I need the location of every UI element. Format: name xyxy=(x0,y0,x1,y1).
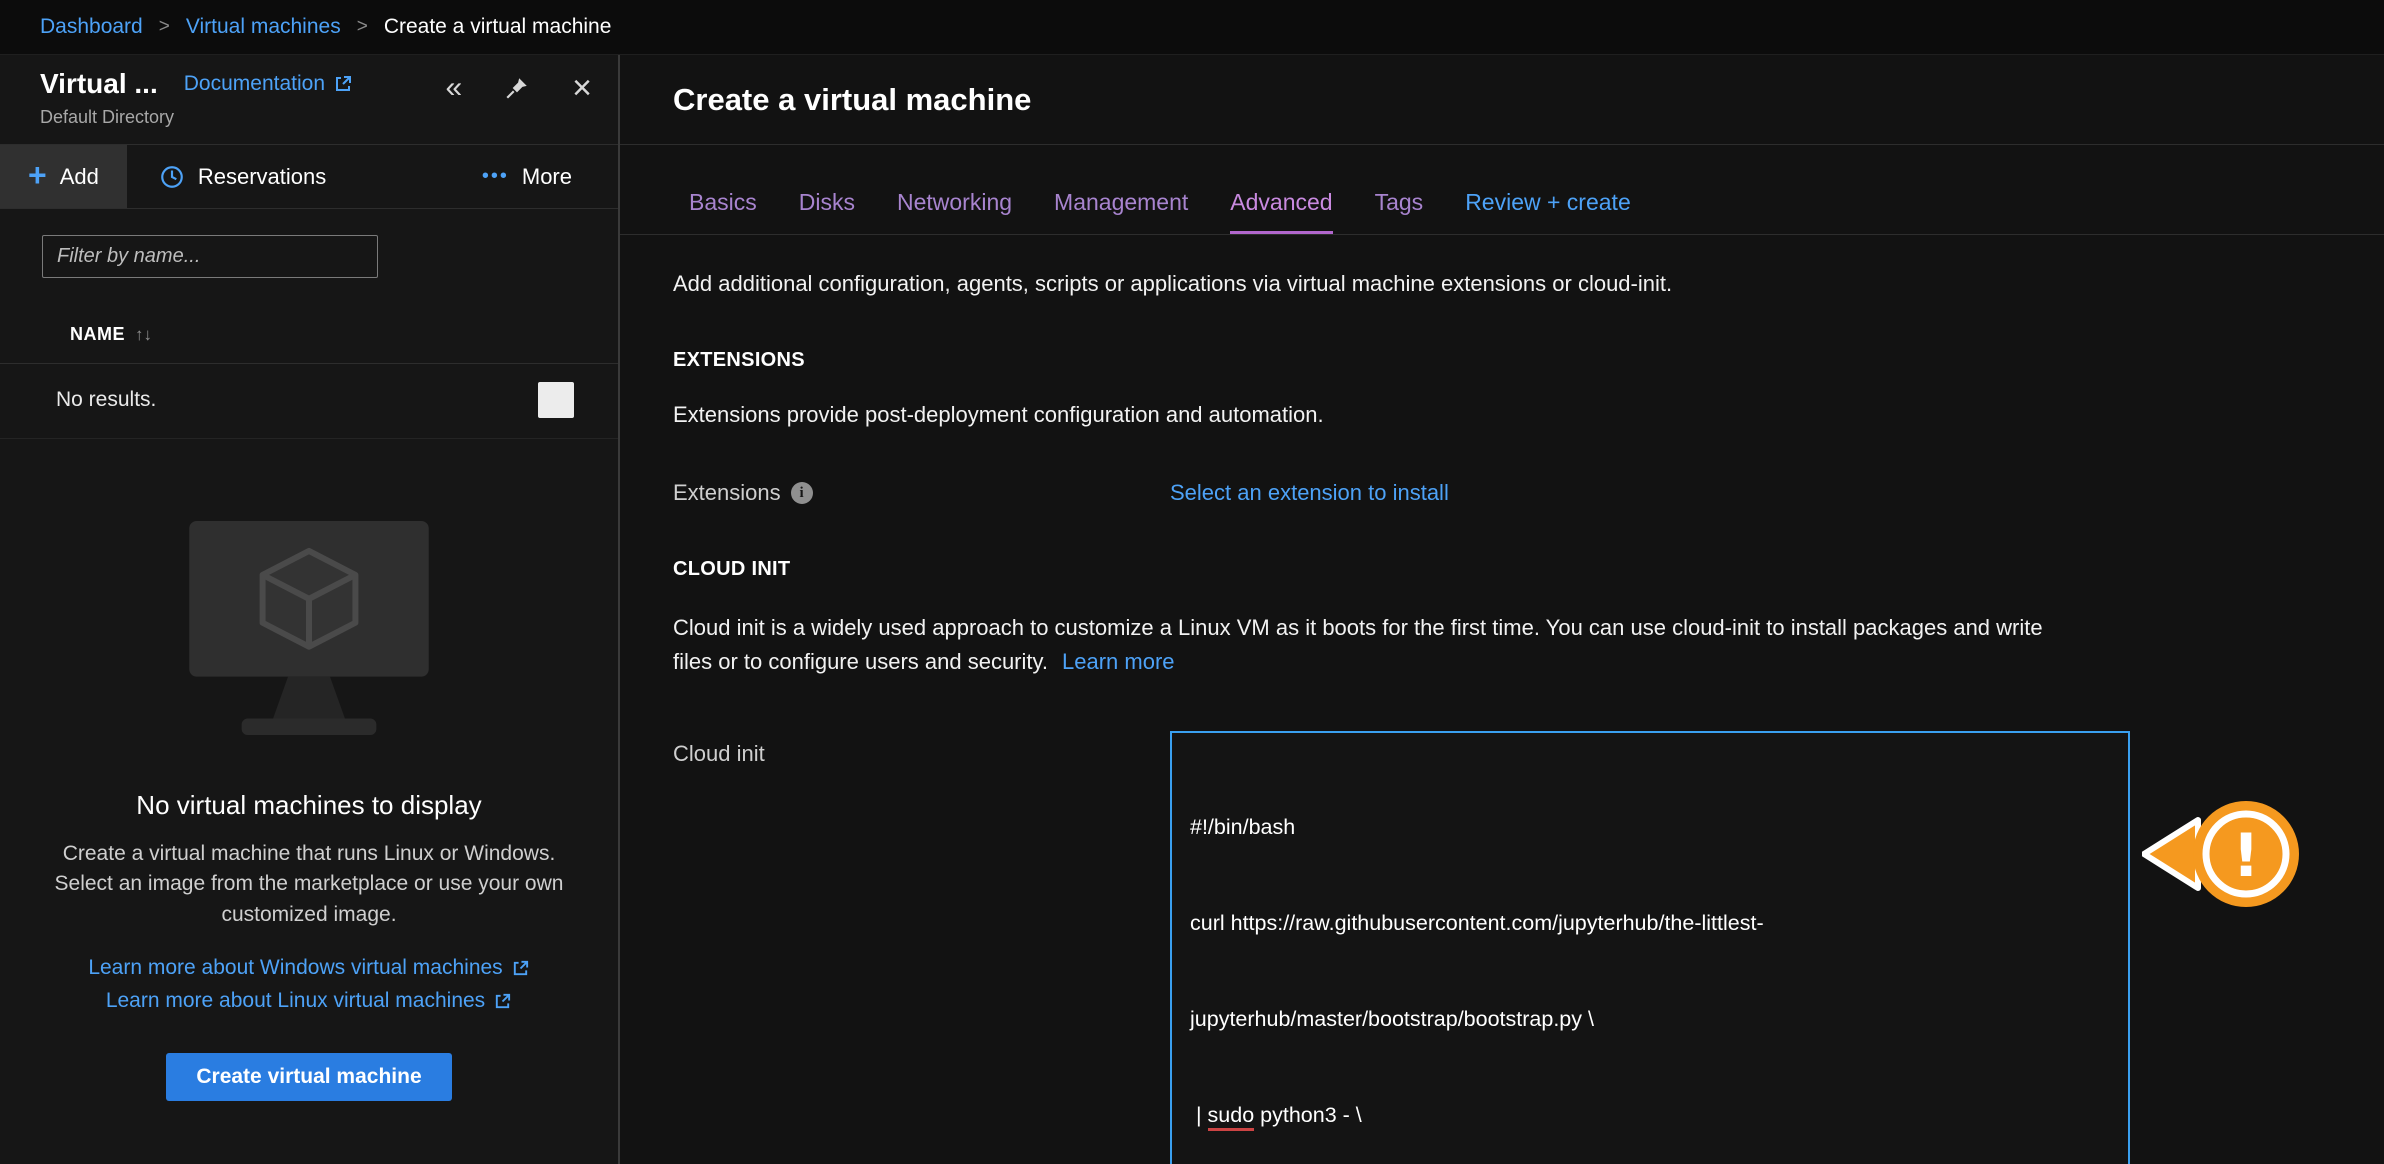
empty-state-description: Create a virtual machine that runs Linux… xyxy=(37,839,582,930)
empty-state-title: No virtual machines to display xyxy=(0,790,618,821)
reservations-button-label: Reservations xyxy=(198,164,326,190)
exclamation-icon: ! xyxy=(2232,821,2259,891)
learn-windows-vm-label: Learn more about Windows virtual machine… xyxy=(88,956,502,980)
no-results-text: No results. xyxy=(56,388,156,412)
page-title: Create a virtual machine xyxy=(673,82,1031,118)
documentation-link-label: Documentation xyxy=(184,72,325,96)
more-button[interactable]: ••• More xyxy=(482,145,618,208)
create-vm-button[interactable]: Create virtual machine xyxy=(166,1053,451,1101)
name-column-header[interactable]: NAME ↑↓ xyxy=(70,324,618,345)
cloud-init-section-title: CLOUD INIT xyxy=(673,558,2384,581)
blade-toolbar: + Add Reservations ••• More xyxy=(0,145,618,209)
select-extension-link[interactable]: Select an extension to install xyxy=(1170,480,1449,506)
cloud-init-textarea[interactable]: #!/bin/bash curl https://raw.githubuserc… xyxy=(1170,731,2130,1164)
collapse-icon: « xyxy=(445,71,462,105)
extensions-field-label: Extensions i xyxy=(673,480,1170,506)
tab-management[interactable]: Management xyxy=(1054,189,1188,216)
name-column-label: NAME xyxy=(70,324,125,345)
plus-icon: + xyxy=(28,159,47,191)
script-line: #!/bin/bash xyxy=(1190,811,2110,843)
tab-bar: Basics Disks Networking Management Advan… xyxy=(620,189,2384,235)
clock-icon xyxy=(159,164,185,190)
cloud-init-description: Cloud init is a widely used approach to … xyxy=(673,611,2073,679)
breadcrumb-virtual-machines[interactable]: Virtual machines xyxy=(186,15,341,39)
breadcrumb-dashboard[interactable]: Dashboard xyxy=(40,15,143,39)
blade-title: Virtual ... xyxy=(40,68,158,100)
external-link-icon xyxy=(511,959,530,978)
tab-advanced[interactable]: Advanced xyxy=(1230,189,1332,216)
directory-name: Default Directory xyxy=(40,107,594,128)
create-vm-panel: Create a virtual machine Basics Disks Ne… xyxy=(620,55,2384,1164)
tab-networking[interactable]: Networking xyxy=(897,189,1012,216)
extensions-field-row: Extensions i Select an extension to inst… xyxy=(673,480,2384,506)
learn-linux-vm-label: Learn more about Linux virtual machines xyxy=(106,989,485,1013)
virtual-machines-blade: Virtual ... Documentation « xyxy=(0,55,620,1164)
learn-windows-vm-link[interactable]: Learn more about Windows virtual machine… xyxy=(88,956,529,980)
vm-monitor-illustration xyxy=(159,515,459,752)
reservations-button[interactable]: Reservations xyxy=(127,145,358,208)
breadcrumb-current-page: Create a virtual machine xyxy=(384,15,612,39)
learn-linux-vm-link[interactable]: Learn more about Linux virtual machines xyxy=(106,989,512,1013)
advanced-tab-intro: Add additional configuration, agents, sc… xyxy=(673,271,2384,297)
extensions-label-text: Extensions xyxy=(673,480,781,506)
external-link-icon xyxy=(333,74,353,94)
tab-basics[interactable]: Basics xyxy=(689,189,757,216)
select-checkbox[interactable] xyxy=(538,382,574,418)
tab-disks[interactable]: Disks xyxy=(799,189,855,216)
script-line: jupyterhub/master/bootstrap/bootstrap.py… xyxy=(1190,1003,2110,1035)
info-icon[interactable]: i xyxy=(791,482,813,504)
no-results-row: No results. xyxy=(0,364,618,439)
tab-review-create[interactable]: Review + create xyxy=(1465,189,1631,216)
external-link-icon xyxy=(493,992,512,1011)
extensions-section-title: EXTENSIONS xyxy=(673,349,2384,372)
cloud-init-field-row: Cloud init #!/bin/bash curl https://raw.… xyxy=(673,731,2384,1164)
cloud-init-field-label: Cloud init xyxy=(673,731,1170,767)
pin-blade-button[interactable] xyxy=(504,75,530,101)
close-blade-button[interactable]: × xyxy=(572,71,592,105)
sort-icon: ↑↓ xyxy=(135,325,152,345)
breadcrumb-separator-icon: > xyxy=(159,16,170,38)
close-icon: × xyxy=(572,71,592,105)
learn-more-link[interactable]: Learn more xyxy=(1062,649,1175,674)
ellipsis-icon: ••• xyxy=(482,165,509,188)
breadcrumb-separator-icon: > xyxy=(357,16,368,38)
add-button-label: Add xyxy=(60,164,99,190)
extensions-description: Extensions provide post-deployment confi… xyxy=(673,402,2384,428)
collapse-blade-button[interactable]: « xyxy=(445,71,462,105)
cloud-init-description-text: Cloud init is a widely used approach to … xyxy=(673,615,2043,674)
pin-icon xyxy=(504,75,530,101)
breadcrumb: Dashboard > Virtual machines > Create a … xyxy=(0,0,2384,55)
misspelled-word: sudo xyxy=(1208,1103,1255,1131)
empty-state: No virtual machines to display Create a … xyxy=(0,515,618,1101)
add-button[interactable]: + Add xyxy=(0,145,127,208)
blade-header: Virtual ... Documentation « xyxy=(0,55,618,145)
tab-tags[interactable]: Tags xyxy=(1375,189,1424,216)
warning-annotation: ! xyxy=(2142,790,2306,926)
documentation-link[interactable]: Documentation xyxy=(184,72,353,96)
filter-input[interactable] xyxy=(42,235,378,278)
script-line: | sudo python3 - \ xyxy=(1190,1099,2110,1131)
main-header: Create a virtual machine xyxy=(620,55,2384,145)
script-line: curl https://raw.githubusercontent.com/j… xyxy=(1190,907,2110,939)
more-button-label: More xyxy=(522,164,572,190)
script-text: | xyxy=(1190,1103,1208,1127)
script-text: python3 - \ xyxy=(1254,1103,1362,1127)
